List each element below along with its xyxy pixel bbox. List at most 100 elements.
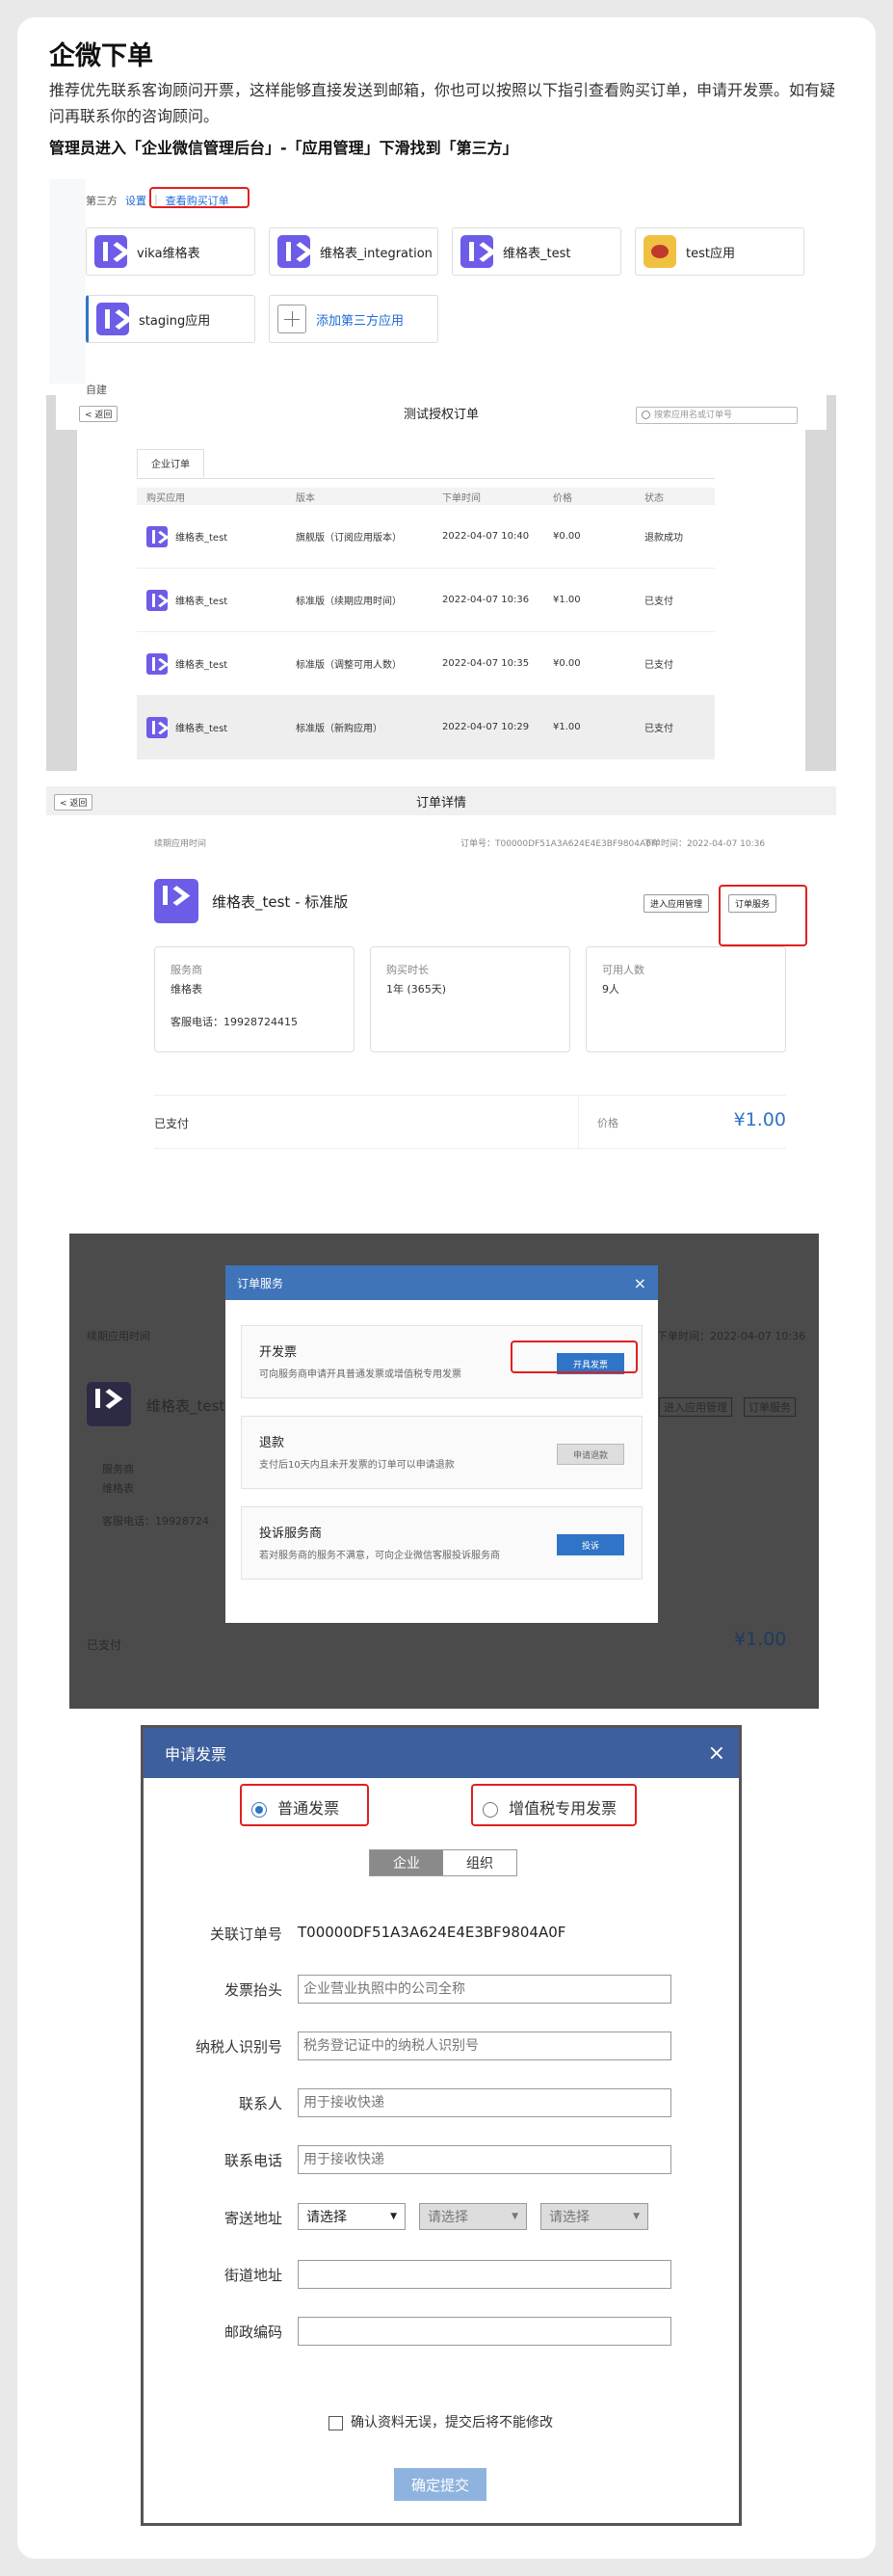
app-name: staging应用: [139, 313, 211, 329]
highlight-view-orders: [149, 187, 250, 208]
table-header: 购买应用 版本 下单时间 价格 状态: [137, 488, 715, 505]
invoice-title: 申请发票: [165, 1745, 227, 1764]
bg-renew-note: 续期应用时间: [87, 1330, 150, 1342]
contact-row: 联系人: [144, 2088, 745, 2117]
app-card-test[interactable]: 维格表_test: [452, 227, 621, 276]
tab-settings[interactable]: 设置: [125, 193, 146, 208]
tab-enterprise-orders[interactable]: 企业订单: [137, 449, 204, 478]
row-time: 2022-04-07 10:36: [442, 595, 530, 605]
checkbox-icon[interactable]: [328, 2415, 343, 2430]
duration-value: 1年 (365天): [386, 983, 447, 996]
paid-status: 已支付: [154, 1117, 190, 1130]
phone-row: 联系电话: [144, 2145, 745, 2174]
close-icon[interactable]: ×: [634, 1274, 646, 1292]
divider: [578, 1096, 579, 1150]
invoice-header-input[interactable]: [298, 1975, 671, 2004]
back-button[interactable]: < 返回: [79, 406, 118, 422]
order-number-value: T00000DF51A3A624E4E3BF9804A0F: [298, 1924, 566, 1941]
tax-id-input[interactable]: [298, 2032, 671, 2060]
article-card: 企微下单 推荐优先联系客询顾问开票，这样能够直接发送到邮箱，你也可以按照以下指引…: [17, 17, 876, 2559]
vika-logo-icon: [96, 303, 129, 335]
street-input[interactable]: [298, 2260, 671, 2289]
step-instruction: 管理员进入「企业微信管理后台」-「应用管理」下滑找到「第三方」: [49, 139, 518, 157]
users-value: 9人: [602, 983, 619, 996]
orders-screenshot: < 返回 测试授权订单 搜索应用名或订单号 企业订单 购买应用 版本 下单时间 …: [46, 395, 836, 771]
row-time: 2022-04-07 10:35: [442, 658, 530, 669]
select-value: 请选择: [428, 2210, 468, 2225]
app-card-vika[interactable]: vika维格表: [86, 227, 255, 276]
price-label: 价格: [597, 1117, 618, 1129]
row-app: 维格表_test: [175, 533, 228, 544]
close-icon[interactable]: ×: [708, 1741, 725, 1766]
divider: [137, 478, 715, 479]
enter-app-management-button[interactable]: 进入应用管理: [643, 894, 710, 913]
duration-label: 购买时长: [386, 964, 429, 976]
duration-card: 购买时长 1年 (365天): [370, 946, 570, 1052]
tab-organization[interactable]: 组织: [443, 1850, 516, 1875]
row-version: 标准版（新购应用）: [296, 724, 382, 734]
app-name: 维格表_test: [503, 246, 571, 261]
contact-input[interactable]: [298, 2088, 671, 2117]
app-card-integration[interactable]: 维格表_integration: [269, 227, 438, 276]
provider-value: 维格表: [171, 983, 202, 996]
bg-service-button: 订单服务: [744, 1397, 796, 1417]
add-third-party-app-button[interactable]: 添加第三方应用: [269, 295, 438, 343]
bg-provider-label: 服务商: [102, 1463, 134, 1475]
field-label: 寄送地址: [223, 2210, 282, 2227]
search-input[interactable]: 搜索应用名或订单号: [636, 407, 798, 424]
phone-input[interactable]: [298, 2145, 671, 2174]
field-label: 发票抬头: [223, 1981, 282, 1999]
modal-title: 订单服务: [237, 1276, 284, 1290]
complaint-button[interactable]: 投诉: [557, 1534, 624, 1555]
table-row[interactable]: 维格表_test 旗舰版（订阅应用版本） 2022-04-07 10:40 ¥0…: [137, 505, 715, 569]
row-price: ¥0.00: [553, 531, 581, 542]
bg-provider: 维格表: [102, 1482, 134, 1495]
row-version: 标准版（调整可用人数）: [296, 660, 402, 671]
zip-row: 邮政编码: [144, 2317, 745, 2346]
orders-table: 企业订单 购买应用 版本 下单时间 价格 状态 维格表_test 旗舰版（订阅应…: [77, 430, 805, 771]
app-card-test-app[interactable]: test应用: [635, 227, 804, 276]
order-number: 订单号：T00000DF51A3A624E4E3BF9804A0F: [460, 839, 657, 849]
app-card-staging[interactable]: staging应用: [86, 295, 255, 343]
invoice-header: 申请发票 ×: [144, 1728, 739, 1778]
product-header: 维格表_test - 标准版: [154, 879, 348, 923]
bg-price: ¥1.00: [734, 1629, 787, 1650]
chevron-down-icon: ▼: [512, 2212, 518, 2221]
vika-logo-icon: [146, 589, 168, 611]
row-time: 2022-04-07 10:40: [442, 531, 530, 542]
table-row[interactable]: 维格表_test 标准版（新购应用） 2022-04-07 10:29 ¥1.0…: [137, 696, 715, 759]
highlight-issue-invoice: [511, 1341, 638, 1373]
tab-company[interactable]: 企业: [370, 1850, 443, 1875]
table-row[interactable]: 维格表_test 标准版（续期应用时间） 2022-04-07 10:36 ¥1…: [137, 569, 715, 632]
users-card: 可用人数 9人: [586, 946, 786, 1052]
highlight-order-service: [719, 885, 807, 946]
row-price: ¥1.00: [553, 595, 581, 605]
zip-input[interactable]: [298, 2317, 671, 2346]
vika-logo-icon: [154, 879, 198, 923]
chevron-down-icon: ▼: [390, 2212, 397, 2221]
orders-title: 测试授权订单: [403, 407, 479, 422]
page-title: 企微下单: [49, 41, 153, 71]
back-button[interactable]: < 返回: [54, 794, 93, 810]
row-status: 已支付: [644, 597, 673, 607]
bg-manage-button: 进入应用管理: [659, 1397, 732, 1417]
province-select[interactable]: 请选择 ▼: [298, 2203, 406, 2230]
row-status: 退款成功: [644, 533, 683, 544]
table-row[interactable]: 维格表_test 标准版（调整可用人数） 2022-04-07 10:35 ¥0…: [137, 632, 715, 696]
row-status: 已支付: [644, 724, 673, 734]
app-name: test应用: [686, 246, 735, 261]
highlight-vat: [471, 1784, 637, 1826]
renew-note: 续期应用时间: [154, 839, 207, 849]
tab-third-party[interactable]: 第三方: [86, 193, 118, 208]
city-select[interactable]: 请选择 ▼: [419, 2203, 527, 2230]
field-label: 关联订单号: [209, 1925, 282, 1943]
district-select[interactable]: 请选择 ▼: [540, 2203, 648, 2230]
submit-button[interactable]: 确定提交: [394, 2468, 486, 2501]
service-phone: 客服电话：19928724415: [171, 1016, 298, 1028]
request-refund-button[interactable]: 申请退款: [557, 1444, 624, 1465]
confirm-checkbox-row[interactable]: 确认资料无误，提交后将不能修改: [328, 2412, 553, 2431]
field-label: 纳税人识别号: [195, 2038, 282, 2056]
app-name: 维格表_integration: [320, 246, 433, 261]
product-name: 维格表_test - 标准版: [212, 892, 349, 911]
col-time: 下单时间: [442, 492, 481, 504]
